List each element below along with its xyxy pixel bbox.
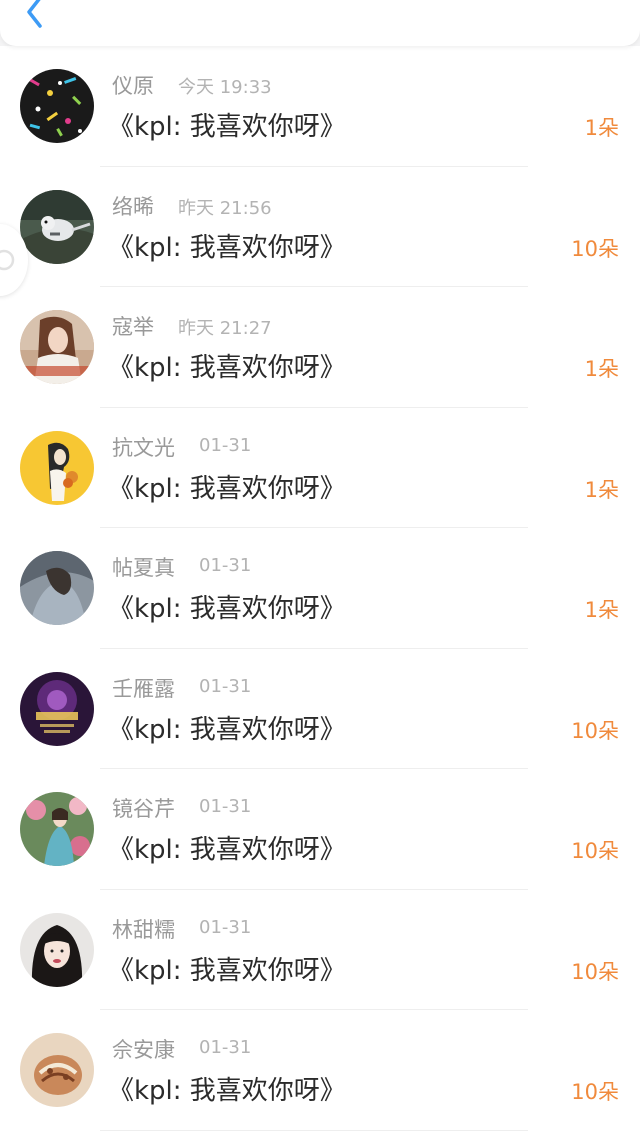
- refresh-icon: [0, 249, 15, 271]
- novel-title: 《kpl: 我喜欢你呀》: [108, 473, 346, 504]
- avatar[interactable]: [20, 310, 94, 384]
- novel-title: 《kpl: 我喜欢你呀》: [108, 714, 346, 745]
- back-button[interactable]: [18, 0, 52, 34]
- sender-name: 镜谷芹: [112, 797, 175, 821]
- send-time: 01-31: [199, 675, 252, 697]
- novel-title: 《kpl: 我喜欢你呀》: [108, 1076, 346, 1106]
- send-time: 01-31: [199, 916, 252, 938]
- list-item[interactable]: 络晞 昨天 21:56 《kpl: 我喜欢你呀》 10朵: [0, 167, 640, 287]
- gift-amount: 10朵: [571, 1080, 619, 1104]
- send-time: 01-31: [199, 1037, 252, 1058]
- novel-title: 《kpl: 我喜欢你呀》: [108, 112, 346, 142]
- send-time: 01-31: [199, 434, 252, 456]
- list-item[interactable]: 抗文光 01-31 《kpl: 我喜欢你呀》 1朵: [0, 408, 640, 528]
- sender-name: 仪原: [112, 74, 154, 98]
- list-item[interactable]: 镜谷芹 01-31 《kpl: 我喜欢你呀》 10朵: [0, 769, 640, 890]
- sender-name: 寇举: [112, 315, 154, 339]
- sender-name: 林甜糯: [112, 917, 175, 942]
- avatar[interactable]: [20, 792, 94, 866]
- sender-name: 壬雁露: [112, 676, 175, 701]
- avatar[interactable]: [20, 189, 94, 264]
- gift-amount: 1朵: [584, 477, 619, 502]
- list-item[interactable]: 林甜糯 01-31 《kpl: 我喜欢你呀》 10朵: [0, 890, 640, 1010]
- gift-amount: 1朵: [584, 598, 619, 622]
- list-item[interactable]: 壬雁露 01-31 《kpl: 我喜欢你呀》 10朵: [0, 649, 640, 769]
- novel-title: 《kpl: 我喜欢你呀》: [108, 835, 346, 865]
- sender-name: 佘安康: [112, 1038, 175, 1062]
- avatar[interactable]: [20, 671, 94, 746]
- avatar[interactable]: [20, 1033, 94, 1107]
- gift-amount: 1朵: [584, 357, 619, 381]
- novel-title: 《kpl: 我喜欢你呀》: [108, 955, 346, 986]
- sender-name: 络晞: [112, 194, 154, 219]
- gift-record-list: 仪原 今天 19:33 《kpl: 我喜欢你呀》 1朵 络晞 昨天 21:56 …: [0, 46, 640, 1131]
- send-time: 今天 19:33: [178, 77, 272, 98]
- sender-name: 抗文光: [112, 435, 175, 460]
- avatar[interactable]: [20, 912, 94, 987]
- avatar[interactable]: [20, 430, 94, 505]
- sender-name: 帖夏真: [112, 556, 175, 580]
- navigation-bar: [0, 0, 640, 46]
- chevron-left-icon: [27, 0, 42, 28]
- send-time: 01-31: [199, 555, 252, 576]
- send-time: 昨天 21:56: [178, 197, 272, 219]
- gift-amount: 10朵: [571, 718, 619, 743]
- novel-title: 《kpl: 我喜欢你呀》: [108, 353, 346, 383]
- avatar[interactable]: [20, 69, 94, 143]
- avatar[interactable]: [20, 551, 94, 625]
- novel-title: 《kpl: 我喜欢你呀》: [108, 232, 346, 263]
- send-time: 昨天 21:27: [178, 318, 272, 339]
- list-item[interactable]: 仪原 今天 19:33 《kpl: 我喜欢你呀》 1朵: [0, 46, 640, 167]
- gift-amount: 10朵: [571, 959, 619, 984]
- gift-amount: 10朵: [571, 839, 619, 863]
- gift-amount: 10朵: [571, 236, 619, 261]
- divider: [100, 1129, 528, 1131]
- send-time: 01-31: [199, 796, 252, 817]
- gift-amount: 1朵: [584, 116, 619, 140]
- list-item[interactable]: 佘安康 01-31 《kpl: 我喜欢你呀》 10朵: [0, 1010, 640, 1131]
- novel-title: 《kpl: 我喜欢你呀》: [108, 594, 346, 624]
- list-item[interactable]: 寇举 昨天 21:27 《kpl: 我喜欢你呀》 1朵: [0, 287, 640, 408]
- list-item[interactable]: 帖夏真 01-31 《kpl: 我喜欢你呀》 1朵: [0, 528, 640, 649]
